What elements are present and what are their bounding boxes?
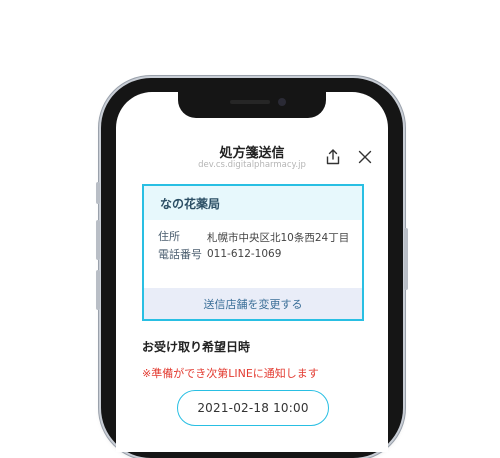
address-label: 住所 <box>158 230 180 243</box>
page-title: 処方箋送信 <box>219 146 285 161</box>
phone-side-button <box>96 182 100 204</box>
phone-notch <box>178 92 326 118</box>
phone-volume-up-button <box>96 220 100 260</box>
phone-label: 電話番号 <box>158 248 202 261</box>
pharmacy-info: 住所 札幌市中央区北10条西24丁目 電話番号 011-612-1069 <box>144 220 362 286</box>
speaker-grille <box>230 100 270 104</box>
address-value: 札幌市中央区北10条西24丁目 <box>207 232 350 244</box>
share-icon[interactable] <box>324 148 342 166</box>
page-url: dev.cs.digitalpharmacy.jp <box>198 160 306 170</box>
phone-frame: 処方箋送信 dev.cs.digitalpharmacy.jp なの花薬局 住所… <box>96 78 408 458</box>
phone-volume-down-button <box>96 270 100 310</box>
phone-power-button <box>404 228 408 290</box>
phone-value[interactable]: 011-612-1069 <box>207 248 281 260</box>
pickup-notice: ※準備ができ次第LINEに通知します <box>142 367 319 380</box>
change-store-button[interactable]: 送信店舗を変更する <box>144 288 362 319</box>
pharmacy-card: なの花薬局 住所 札幌市中央区北10条西24丁目 電話番号 011-612-10… <box>142 184 364 321</box>
pickup-datetime-button[interactable]: 2021-02-18 10:00 <box>177 390 329 426</box>
pharmacy-name: なの花薬局 <box>144 186 362 220</box>
camera-icon <box>278 98 286 106</box>
close-icon[interactable] <box>358 150 372 164</box>
pickup-section-title: お受け取り希望日時 <box>142 340 251 354</box>
phone-screen: 処方箋送信 dev.cs.digitalpharmacy.jp なの花薬局 住所… <box>116 92 388 452</box>
